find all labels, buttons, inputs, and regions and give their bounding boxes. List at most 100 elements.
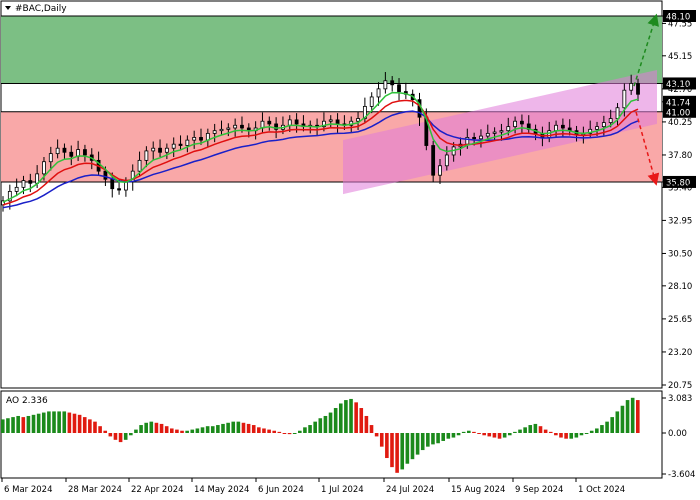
candle-body [513, 120, 517, 128]
ao-label: AO 2.336 [6, 396, 48, 406]
ao-bar [533, 423, 538, 433]
ao-bar [456, 433, 461, 436]
ao-bar [400, 433, 405, 470]
candle-body [472, 137, 477, 140]
price-tick-label: 35.40 [668, 183, 692, 193]
price-tick-label: 40.25 [668, 118, 692, 128]
ao-bar [298, 430, 302, 433]
ao-axis: 3.083 0.00 -3.604 [662, 394, 695, 480]
ao-bar [1, 419, 5, 433]
ao-bar [369, 425, 374, 433]
resistance-zone [1, 16, 662, 84]
ao-bar [103, 430, 108, 433]
ao-bar [559, 433, 563, 438]
ao-bar [615, 411, 620, 433]
ao-bar [287, 433, 292, 435]
price-tick-label: 32.95 [668, 216, 692, 226]
ao-bar [477, 433, 481, 434]
candle-body [636, 83, 640, 95]
candle-body [212, 130, 217, 134]
ao-bar [180, 430, 184, 433]
ao-bar [221, 423, 225, 433]
ao-bar [543, 429, 548, 433]
price-tick-label: 20.75 [668, 381, 692, 391]
price-tick-label: 28.10 [668, 282, 692, 292]
ao-bar [257, 427, 261, 433]
candle-body [199, 137, 203, 141]
ao-bar [21, 417, 26, 433]
ao-bar [31, 414, 36, 433]
ao-bar [57, 411, 61, 433]
ao-bar [169, 428, 174, 433]
ao-bar [472, 431, 476, 433]
date-tick-label: 6 Mar 2024 [4, 485, 52, 495]
candle-body [397, 84, 401, 92]
candle-body [48, 153, 53, 163]
symbol-label: #BAC,Daily [15, 4, 67, 14]
ao-bar [154, 422, 159, 433]
ao-bar [497, 433, 502, 439]
ao-bar [134, 429, 138, 433]
ao-bar [461, 431, 466, 433]
price-tick-label: 37.80 [668, 151, 692, 161]
ao-bar [564, 433, 568, 439]
price-axis: 48.1047.5545.1543.1042.7041.7441.0040.25… [662, 10, 696, 391]
ao-bar [236, 421, 241, 433]
trading-chart[interactable]: #BAC,Daily 48.1047.5545.1543.1042.7041.7… [0, 0, 700, 500]
ao-bar [318, 418, 323, 433]
ao-bar [554, 433, 558, 436]
ao-bar [210, 426, 215, 433]
candle-body [485, 132, 490, 137]
ao-bar [41, 412, 46, 433]
ao-bar [272, 430, 277, 433]
ao-bar [436, 433, 440, 444]
ao-bar [507, 433, 512, 436]
candle-body [335, 119, 340, 125]
candle-body [137, 159, 142, 172]
candle-body [390, 80, 395, 86]
ao-bar [589, 430, 594, 433]
ao-bar [415, 433, 420, 455]
candle-body [479, 135, 483, 140]
ao-bar [441, 433, 446, 441]
date-tick-label: 15 Aug 2024 [451, 485, 505, 495]
candle-body [226, 127, 231, 130]
candle-body [376, 88, 381, 98]
ao-bar [574, 433, 579, 438]
ao-bar [246, 423, 251, 433]
candle-body [42, 161, 46, 175]
ao-bar [595, 428, 599, 433]
candle-body [62, 147, 67, 153]
ao-tick-label: 3.083 [668, 394, 692, 404]
date-tick-label: 24 Jul 2024 [386, 485, 434, 495]
candle-body [55, 147, 60, 155]
ao-bar [139, 425, 143, 433]
ao-bar [251, 425, 256, 433]
ao-bar [610, 417, 614, 433]
ao-bar [108, 433, 113, 437]
candle-body [287, 119, 292, 126]
candle-body [356, 118, 360, 122]
ao-bar [359, 408, 364, 433]
ao-bar [605, 421, 609, 433]
ao-bar [185, 430, 189, 433]
candle-body [506, 126, 511, 132]
ao-bar [149, 421, 154, 433]
ao-bar [523, 427, 527, 433]
candle-body [185, 139, 190, 146]
ao-bar [267, 429, 271, 433]
candle-body [103, 170, 108, 180]
ao-bar [98, 426, 102, 433]
ao-bar [226, 422, 230, 433]
candle-body [560, 124, 565, 129]
ao-bar [159, 423, 164, 433]
candle-body [158, 147, 162, 153]
ao-bar [364, 415, 369, 433]
ao-bar [385, 433, 389, 459]
candle-body [219, 128, 224, 132]
candle-body [151, 147, 156, 152]
ao-bar [502, 433, 507, 438]
candle-body [83, 149, 87, 156]
ao-bar [630, 397, 635, 433]
date-tick-label: 1 Jul 2024 [321, 485, 364, 495]
